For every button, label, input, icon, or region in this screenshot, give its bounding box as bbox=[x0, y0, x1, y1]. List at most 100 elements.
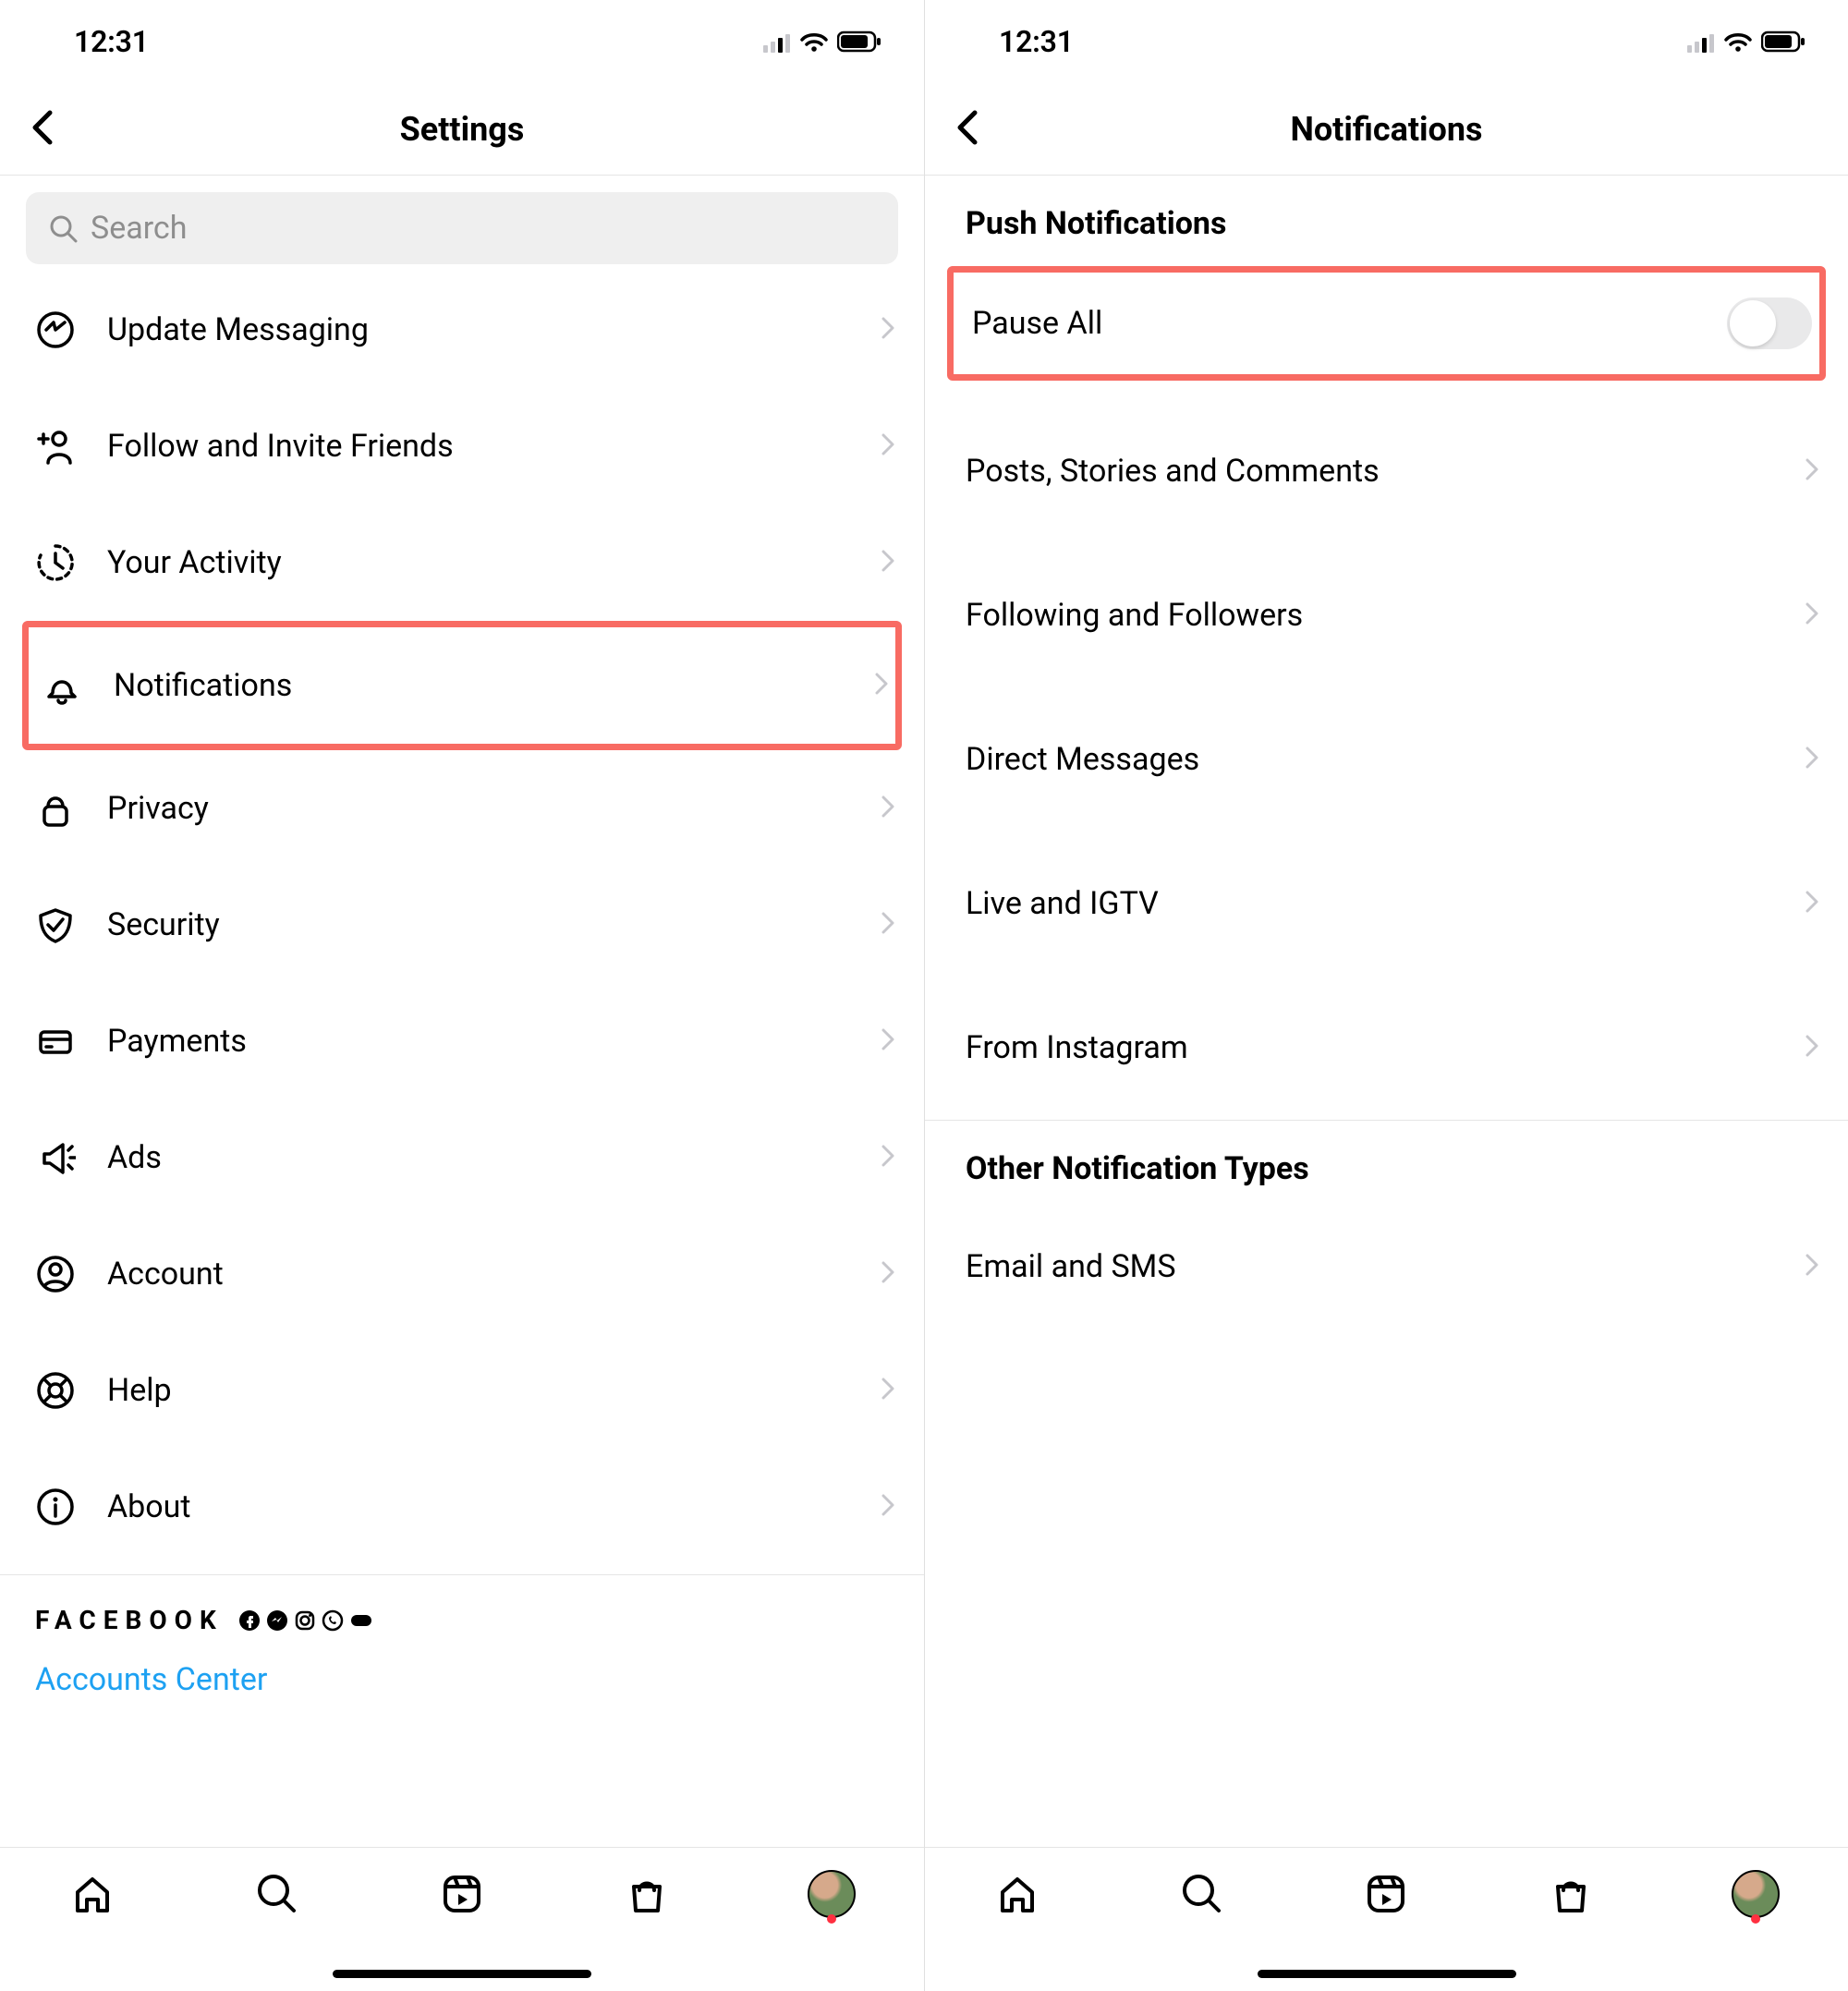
status-indicators bbox=[763, 30, 883, 54]
chevron-right-icon bbox=[881, 1028, 894, 1054]
search-icon bbox=[255, 1872, 299, 1916]
notification-dot-icon bbox=[827, 1914, 836, 1924]
other-notifications-list: Email and SMS bbox=[925, 1202, 1848, 1331]
back-chevron-icon bbox=[30, 109, 55, 146]
tab-profile[interactable] bbox=[1730, 1868, 1781, 1920]
notif-item-dms[interactable]: Direct Messages bbox=[925, 687, 1848, 832]
tab-bar bbox=[925, 1847, 1848, 1991]
reels-icon bbox=[1364, 1872, 1408, 1916]
tab-shop[interactable] bbox=[621, 1868, 673, 1920]
oculus-app-icon bbox=[349, 1609, 373, 1632]
chevron-right-icon bbox=[1805, 747, 1818, 772]
back-button[interactable] bbox=[954, 109, 980, 150]
home-icon bbox=[995, 1872, 1040, 1916]
chevron-right-icon bbox=[1805, 891, 1818, 917]
back-button[interactable] bbox=[30, 109, 55, 150]
nav-header: Settings bbox=[0, 83, 924, 176]
notif-item-live[interactable]: Live and IGTV bbox=[925, 832, 1848, 976]
chevron-right-icon bbox=[881, 912, 894, 938]
tab-reels[interactable] bbox=[1360, 1868, 1412, 1920]
reels-icon bbox=[440, 1872, 484, 1916]
wifi-icon bbox=[800, 30, 828, 53]
status-time: 12:31 bbox=[966, 24, 1074, 59]
settings-item-privacy[interactable]: Privacy bbox=[0, 750, 924, 867]
notif-item-posts[interactable]: Posts, Stories and Comments bbox=[925, 399, 1848, 543]
brand-app-icons bbox=[238, 1609, 373, 1632]
home-indicator bbox=[1258, 1970, 1516, 1978]
chevron-right-icon bbox=[881, 795, 894, 821]
back-chevron-icon bbox=[954, 109, 980, 146]
card-icon bbox=[33, 1021, 78, 1062]
status-indicators bbox=[1687, 30, 1807, 54]
battery-icon bbox=[837, 30, 883, 54]
pause-all-row: Pause All bbox=[954, 273, 1819, 374]
page-title: Notifications bbox=[1290, 110, 1482, 149]
status-time: 12:31 bbox=[41, 24, 149, 59]
notifications-screen: 12:31 Notifications Push Notifications P… bbox=[924, 0, 1848, 1991]
settings-item-about[interactable]: About bbox=[0, 1449, 924, 1565]
lock-icon bbox=[33, 788, 78, 829]
notif-item-instagram[interactable]: From Instagram bbox=[925, 976, 1848, 1120]
tab-reels[interactable] bbox=[436, 1868, 488, 1920]
settings-list: Update Messaging Follow and Invite Frien… bbox=[0, 272, 924, 1565]
search-icon bbox=[48, 213, 78, 243]
battery-icon bbox=[1761, 30, 1807, 54]
chevron-right-icon bbox=[881, 550, 894, 576]
search-input[interactable]: Search bbox=[26, 192, 898, 264]
chevron-right-icon bbox=[881, 1378, 894, 1403]
cell-signal-icon bbox=[1687, 30, 1715, 53]
tab-home[interactable] bbox=[67, 1868, 118, 1920]
chevron-right-icon bbox=[1805, 1254, 1818, 1280]
notif-item-following[interactable]: Following and Followers bbox=[925, 543, 1848, 687]
settings-item-security[interactable]: Security bbox=[0, 867, 924, 983]
accounts-center-link[interactable]: Accounts Center bbox=[35, 1661, 889, 1698]
chevron-right-icon bbox=[875, 673, 888, 698]
instagram-app-icon bbox=[294, 1609, 316, 1632]
chevron-right-icon bbox=[881, 1145, 894, 1171]
notifications-list: Posts, Stories and Comments Following an… bbox=[925, 381, 1848, 1120]
messenger-app-icon bbox=[266, 1609, 288, 1632]
pause-all-toggle[interactable] bbox=[1727, 297, 1812, 349]
chevron-right-icon bbox=[1805, 1035, 1818, 1061]
push-section-title: Push Notifications bbox=[925, 176, 1848, 257]
home-indicator bbox=[333, 1970, 591, 1978]
chevron-right-icon bbox=[881, 1494, 894, 1520]
facebook-app-icon bbox=[238, 1609, 261, 1632]
whatsapp-app-icon bbox=[322, 1609, 344, 1632]
tab-search[interactable] bbox=[251, 1868, 303, 1920]
chevron-right-icon bbox=[881, 433, 894, 459]
page-title: Settings bbox=[400, 110, 525, 149]
info-icon bbox=[33, 1487, 78, 1527]
search-icon bbox=[1180, 1872, 1224, 1916]
shop-icon bbox=[625, 1872, 669, 1916]
megaphone-icon bbox=[33, 1137, 78, 1178]
home-icon bbox=[70, 1872, 115, 1916]
chevron-right-icon bbox=[1805, 458, 1818, 484]
settings-item-follow-invite[interactable]: Follow and Invite Friends bbox=[0, 388, 924, 504]
settings-item-help[interactable]: Help bbox=[0, 1332, 924, 1449]
tab-home[interactable] bbox=[991, 1868, 1043, 1920]
avatar-icon bbox=[808, 1870, 856, 1918]
tab-profile[interactable] bbox=[806, 1868, 857, 1920]
settings-item-your-activity[interactable]: Your Activity bbox=[0, 504, 924, 621]
status-bar: 12:31 bbox=[925, 0, 1848, 83]
wifi-icon bbox=[1724, 30, 1752, 53]
add-user-icon bbox=[33, 426, 78, 467]
settings-item-update-messaging[interactable]: Update Messaging bbox=[0, 272, 924, 388]
settings-item-notifications[interactable]: Notifications bbox=[29, 627, 895, 744]
nav-header: Notifications bbox=[925, 83, 1848, 176]
tab-shop[interactable] bbox=[1545, 1868, 1597, 1920]
settings-item-ads[interactable]: Ads bbox=[0, 1099, 924, 1216]
chevron-right-icon bbox=[1805, 602, 1818, 628]
settings-item-payments[interactable]: Payments bbox=[0, 983, 924, 1099]
tab-search[interactable] bbox=[1176, 1868, 1228, 1920]
brand-footer: FACEBOOK Accounts Center bbox=[0, 1574, 924, 1728]
notification-dot-icon bbox=[1751, 1914, 1760, 1924]
chevron-right-icon bbox=[881, 317, 894, 343]
chevron-right-icon bbox=[881, 1261, 894, 1287]
highlight-pause-all: Pause All bbox=[947, 266, 1826, 381]
activity-icon bbox=[33, 542, 78, 583]
status-bar: 12:31 bbox=[0, 0, 924, 83]
settings-item-account[interactable]: Account bbox=[0, 1216, 924, 1332]
notif-item-email-sms[interactable]: Email and SMS bbox=[925, 1202, 1848, 1331]
